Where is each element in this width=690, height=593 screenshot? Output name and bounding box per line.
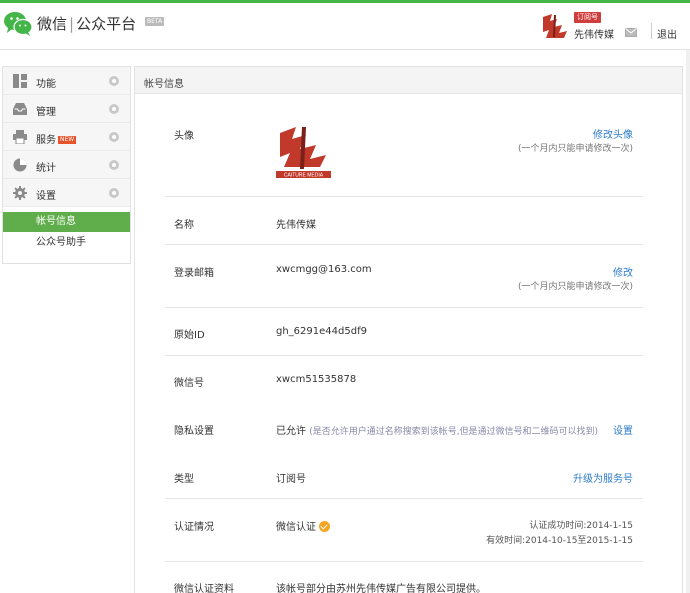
change-email-link[interactable]: 修改 [613, 264, 633, 279]
row-label: 隐私设置 [174, 426, 214, 437]
expand-icon[interactable] [109, 188, 119, 198]
expand-icon[interactable] [109, 76, 119, 86]
expand-icon[interactable] [109, 132, 119, 142]
brand-wechat: 微信 [37, 15, 68, 33]
email-value: xwcmgg@163.com [276, 264, 372, 275]
sidebar-item-label: 统计 [36, 163, 56, 174]
account-name-value: 先伟传媒 [276, 220, 316, 231]
brand-separator: | [69, 15, 75, 33]
verification-info-value: 该帐号部分由苏州先伟传媒广告有限公司提供。 [276, 584, 486, 593]
upgrade-service-link[interactable]: 升级为服务号 [573, 470, 633, 485]
sidebar-item-label: 功能 [36, 79, 56, 90]
privacy-value: 已允许 (是否允许用户通过名称搜索到该帐号,但是通过微信号和二维码可以找到) [276, 422, 598, 437]
gear-icon [13, 186, 27, 200]
sidebar-item-label-text: 服务 [36, 135, 56, 146]
printer-icon [13, 130, 27, 144]
origin-id-value: gh_6291e44d5df9 [276, 326, 367, 337]
row-avatar: 头像 CAITURE MEDIA 修改头像 (一个月内只能申请修改一次) [165, 94, 643, 197]
row-privacy: 隐私设置 已允许 (是否允许用户通过名称搜索到该帐号,但是通过微信号和二维码可以… [165, 404, 643, 452]
row-verification-info: 微信认证资料 该帐号部分由苏州先伟传媒广告有限公司提供。 [165, 562, 643, 593]
sidebar-item-manage[interactable]: 管理 [3, 95, 130, 123]
sidebar-subitem-assistant[interactable]: 公众号助手 [3, 233, 130, 253]
header: 微信 | 公众平台 BETA 订阅号 先伟传媒 退出 [0, 3, 690, 50]
pie-chart-icon [13, 158, 27, 172]
row-label: 登录邮箱 [174, 268, 214, 279]
row-name: 名称 先伟传媒 [165, 197, 643, 245]
logout-link[interactable]: 退出 [657, 26, 677, 41]
brand-platform: 公众平台 [76, 15, 137, 33]
account-type-value: 订阅号 [276, 474, 306, 485]
header-divider [651, 23, 652, 39]
panel-header: 帐号信息 [135, 67, 682, 94]
svg-text:CAITURE MEDIA: CAITURE MEDIA [284, 173, 324, 179]
platform-title[interactable]: 微信 | 公众平台 [37, 13, 136, 34]
scrollbar-track[interactable] [686, 50, 690, 593]
sidebar-item-settings[interactable]: 设置 [3, 179, 130, 207]
row-label: 微信号 [174, 378, 204, 389]
row-email: 登录邮箱 xwcmgg@163.com 修改 (一个月内只能申请修改一次) [165, 245, 643, 308]
sidebar-item-label: 服务 NEW [36, 131, 77, 146]
row-label: 认证情况 [174, 522, 214, 533]
row-label: 类型 [174, 474, 194, 485]
sidebar-subitem-account-info[interactable]: 帐号信息 [3, 212, 130, 232]
verification-value: 微信认证 [276, 518, 330, 533]
row-origin-id: 原始ID gh_6291e44d5df9 [165, 308, 643, 356]
privacy-settings-link[interactable]: 设置 [613, 422, 633, 437]
verification-valid-period: 有效时间:2014-10-15至2015-1-15 [486, 536, 633, 546]
grid-icon [13, 74, 27, 88]
sidebar: 功能 管理 服务 NEW 统计 设置 帐号信息 公众号助手 [2, 66, 131, 264]
sidebar-item-service[interactable]: 服务 NEW [3, 123, 130, 151]
change-avatar-link[interactable]: 修改头像 [593, 126, 633, 141]
email-change-hint: (一个月内只能申请修改一次) [517, 282, 633, 292]
verified-check-icon [319, 521, 330, 532]
row-type: 类型 订阅号 升级为服务号 [165, 452, 643, 499]
sidebar-item-stats[interactable]: 统计 [3, 151, 130, 179]
subscription-badge: 订阅号 [574, 12, 601, 23]
mail-icon[interactable] [625, 28, 637, 37]
privacy-note: (是否允许用户通过名称搜索到该帐号,但是通过微信号和二维码可以找到) [309, 427, 599, 437]
verification-status: 微信认证 [276, 522, 316, 533]
privacy-status: 已允许 [276, 426, 306, 437]
account-info-panel: 帐号信息 头像 CAITURE MEDIA 修改头像 (一个月内只能申请修改一次… [134, 66, 683, 593]
expand-icon[interactable] [109, 160, 119, 170]
sidebar-item-features[interactable]: 功能 [3, 67, 130, 95]
inbox-icon [13, 103, 27, 115]
expand-icon[interactable] [109, 104, 119, 114]
beta-badge: BETA [145, 17, 165, 26]
sidebar-item-label: 管理 [36, 107, 56, 118]
account-avatar-large: CAITURE MEDIA [276, 123, 331, 178]
row-label: 微信认证资料 [174, 584, 234, 593]
wechat-logo-icon[interactable] [3, 10, 33, 38]
wechat-id-value: xwcm51535878 [276, 374, 357, 385]
row-wechat-id: 微信号 xwcm51535878 [165, 356, 643, 404]
account-avatar[interactable] [540, 11, 570, 41]
verification-success-time: 认证成功时间:2014-1-15 [529, 521, 633, 531]
row-verification: 认证情况 微信认证 认证成功时间:2014-1-15 有效时间:2014-10-… [165, 499, 643, 562]
row-label: 原始ID [174, 330, 205, 341]
avatar-change-hint: (一个月内只能申请修改一次) [517, 144, 633, 154]
row-label: 头像 [174, 131, 194, 142]
row-label: 名称 [174, 220, 194, 231]
sidebar-item-label: 设置 [36, 191, 56, 202]
panel-title: 帐号信息 [144, 79, 184, 90]
new-badge: NEW [58, 136, 77, 144]
account-name[interactable]: 先伟传媒 [574, 26, 614, 41]
